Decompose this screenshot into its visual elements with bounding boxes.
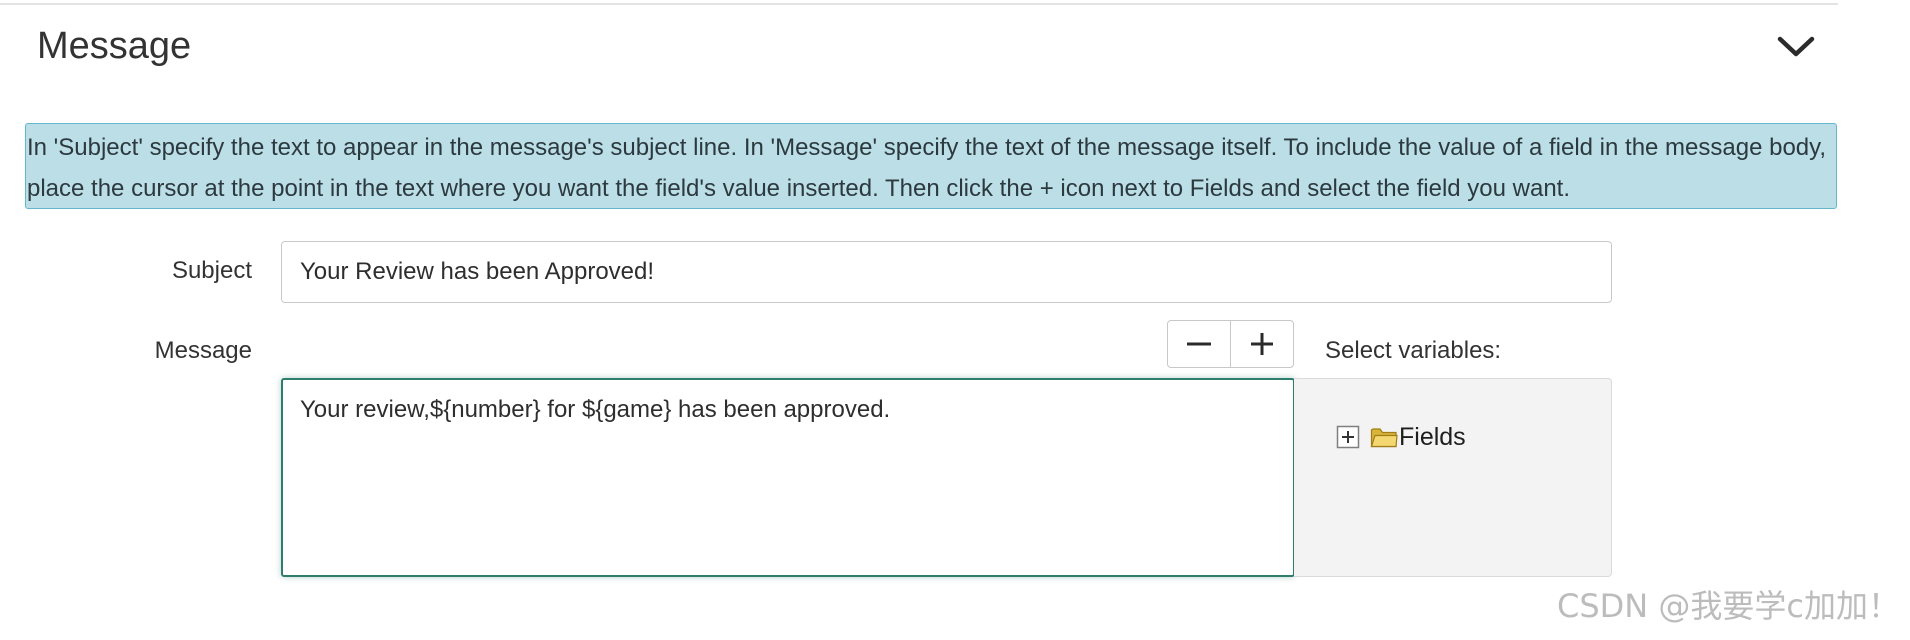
watermark: CSDN @我要学c加加！ [1556,587,1900,625]
tree-node-label: Fields [1399,423,1466,451]
decrease-size-button[interactable] [1168,321,1230,367]
subject-label: Subject [171,257,252,284]
tree-node-fields[interactable]: Fields [1336,421,1466,453]
subject-input[interactable] [281,241,1612,303]
collapse-toggle-button[interactable] [1772,26,1820,68]
expand-plus-icon[interactable] [1336,425,1360,449]
section-divider [0,3,1838,5]
message-textarea[interactable]: Your review,${number} for ${game} has be… [281,378,1295,577]
plus-icon [1251,333,1273,355]
increase-size-button[interactable] [1230,321,1293,367]
folder-icon [1370,425,1398,449]
editor-size-controls [1167,320,1294,368]
section-title: Message [37,25,192,67]
chevron-down-icon [1777,36,1815,57]
info-message: In 'Subject' specify the text to appear … [25,123,1837,209]
variables-tree-panel: Fields [1294,378,1612,577]
info-line: place the cursor at the point in the tex… [27,175,1571,202]
select-variables-label: Select variables: [1325,337,1502,364]
minus-icon [1187,342,1211,346]
message-label: Message [154,337,252,364]
info-line: In 'Subject' specify the text to appear … [27,134,1827,161]
